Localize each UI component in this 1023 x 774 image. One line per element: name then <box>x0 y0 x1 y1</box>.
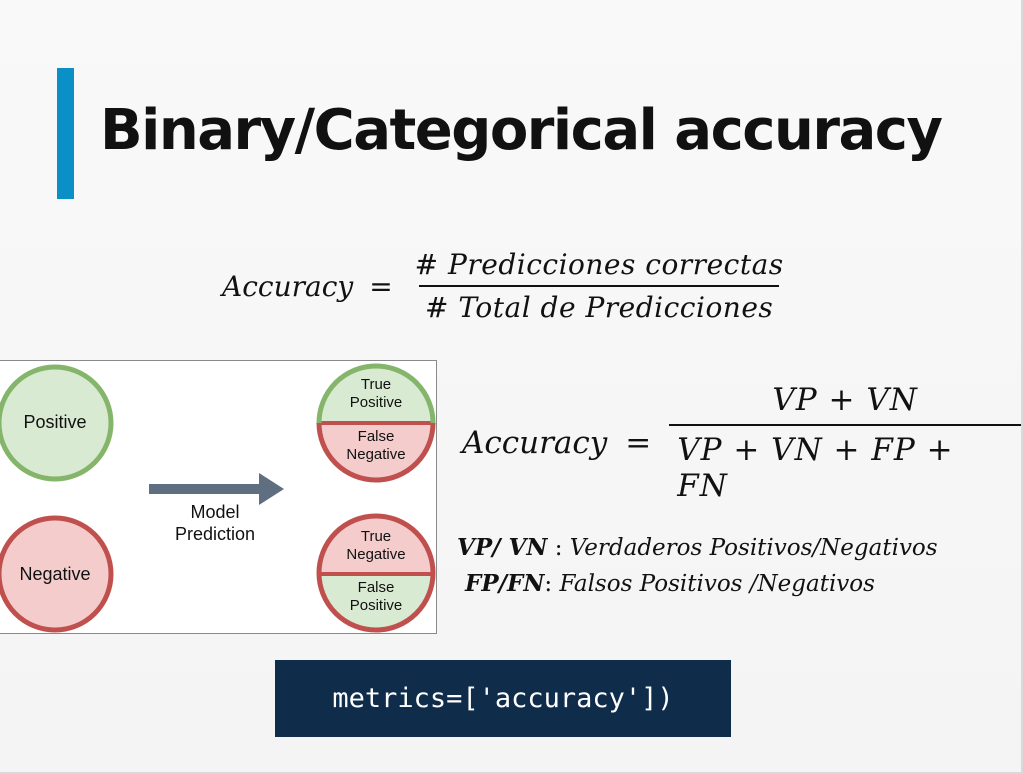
definition-fp-fn: FP/FN: Falsos Positivos /Negativos <box>457 566 938 602</box>
fn-line1: False <box>357 428 395 445</box>
actual-positive-label: Positive <box>23 412 87 432</box>
definition-abbr: VP/ VN <box>457 534 548 561</box>
formula2-lhs: Accuracy <box>462 424 608 461</box>
code-snippet: metrics=['accuracy']) <box>275 660 731 737</box>
definition-abbr: FP/FN <box>465 570 545 597</box>
tn-line1: True <box>360 528 392 545</box>
definition-vp-vn: VP/ VN : Verdaderos Positivos/Negativos <box>457 530 938 566</box>
fp-line2: Positive <box>349 597 403 614</box>
fp-line1: False <box>357 579 395 596</box>
arrow-label-line2: Prediction <box>174 523 256 544</box>
accuracy-formula-symbols: Accuracy = VP + VN VP + VN + FP + FN <box>462 382 1021 504</box>
formula1-lhs: Accuracy <box>222 269 354 303</box>
confusion-diagram: Positive Negative Model Prediction True … <box>0 360 437 634</box>
formula2-fraction: VP + VN VP + VN + FP + FN <box>669 382 1021 504</box>
formula1-denominator: # Total de Predicciones <box>419 285 780 324</box>
code-text: metrics=['accuracy']) <box>332 683 674 714</box>
slide-title: Binary/Categorical accuracy <box>100 98 943 163</box>
fn-line2: Negative <box>346 446 406 463</box>
tp-line1: True <box>360 376 392 393</box>
abbreviation-definitions: VP/ VN : Verdaderos Positivos/Negativos … <box>457 530 938 602</box>
formula2-equals: = <box>625 424 652 461</box>
tn-line2: Negative <box>346 546 406 563</box>
arrow-label-line1: Model <box>190 502 240 522</box>
definition-text: Falsos Positivos /Negativos <box>559 571 875 597</box>
definition-sep: : <box>544 571 560 597</box>
formula1-fraction: # Predicciones correctas # Total de Pred… <box>409 248 790 324</box>
slide: Binary/Categorical accuracy Accuracy = #… <box>0 0 1023 774</box>
false-negative-label: False Negative <box>326 428 426 464</box>
accuracy-formula-words: Accuracy = # Predicciones correctas # To… <box>222 245 790 327</box>
definition-text: Verdaderos Positivos/Negativos <box>569 535 938 561</box>
formula1-equals: = <box>369 269 393 303</box>
false-positive-label: False Positive <box>326 579 426 615</box>
formula1-numerator: # Predicciones correctas <box>414 248 784 281</box>
actual-negative-label: Negative <box>19 564 91 584</box>
prediction-arrow-head <box>259 473 284 505</box>
arrow-label: Model Prediction <box>150 502 280 545</box>
prediction-arrow-shaft <box>149 484 261 494</box>
formula2-numerator: VP + VN <box>772 381 918 418</box>
formula2-denominator: VP + VN + FP + FN <box>669 423 1021 504</box>
tp-line2: Positive <box>349 394 403 411</box>
definition-sep: : <box>547 535 570 561</box>
true-negative-label: True Negative <box>326 528 426 564</box>
true-positive-label: True Positive <box>326 376 426 412</box>
title-accent-bar <box>57 68 74 199</box>
